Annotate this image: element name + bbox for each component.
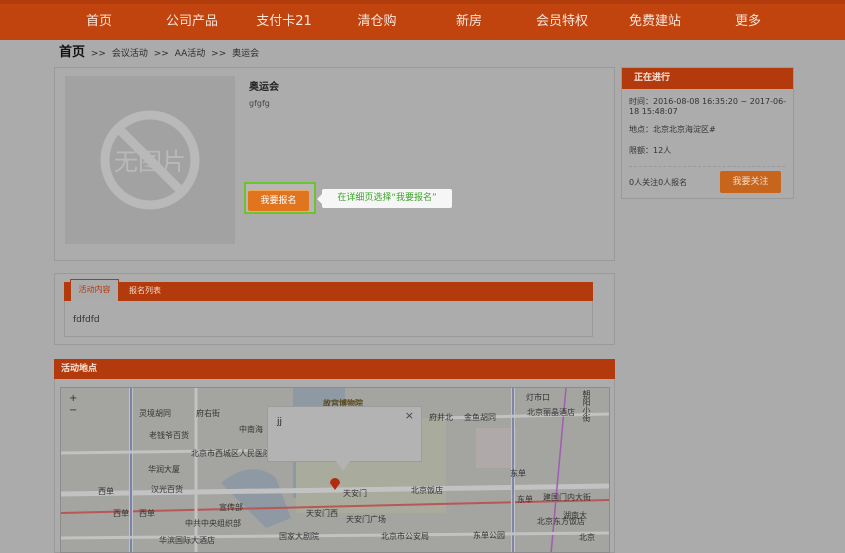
breadcrumb: 首页 >> 会议活动 >> AA活动 >> 奥运会 <box>59 41 260 60</box>
map-label: 老钱爷百货 <box>149 431 189 440</box>
nav-paycard[interactable]: 支付卡21 <box>244 4 324 40</box>
breadcrumb-item-current: 奥运会 <box>232 49 260 59</box>
signup-button[interactable]: 我要报名 <box>248 190 309 211</box>
map-label: 中南海 <box>239 425 263 434</box>
event-time: 时间：2016-08-08 16:35:20 ~ 2017-06-18 15:4… <box>629 97 787 116</box>
map-label: 灵境胡同 <box>139 409 171 418</box>
event-image-placeholder: 无图片 <box>65 76 235 244</box>
breadcrumb-separator: >> <box>211 49 227 59</box>
nav-free-site[interactable]: 免费建站 <box>615 4 695 40</box>
map-label: 北京市西城区人民医院 <box>191 449 271 458</box>
zoom-out-icon[interactable]: − <box>69 405 77 416</box>
event-title: 奥运会 <box>249 82 279 93</box>
follow-button[interactable]: 我要关注 <box>720 171 781 193</box>
map-label: 北京东方饭店 <box>537 517 585 526</box>
map-popup-text: jj <box>277 417 283 427</box>
map-label: 灯市口 <box>526 393 550 402</box>
top-navigation-bar: 首页 公司产品 支付卡21 清仓购 新房 会员特权 免费建站 更多 <box>0 0 845 40</box>
event-place: 地点：北京北京海淀区# <box>629 125 716 134</box>
map-label: 华润大厦 <box>148 465 180 474</box>
map-label: 北京市公安局 <box>381 532 429 541</box>
close-icon[interactable]: × <box>405 409 414 422</box>
map-label: 东单公园 <box>473 531 505 540</box>
map-label: 宣传部 <box>219 503 243 512</box>
map-label: 北京 <box>579 533 595 542</box>
event-quota: 限额：12人 <box>629 146 672 155</box>
divider <box>629 166 785 167</box>
map-label: 建国门内大街 <box>543 493 591 502</box>
map-label: 华滨国际大酒店 <box>159 536 215 545</box>
map-label: 西单 <box>139 509 155 518</box>
zoom-in-icon[interactable]: + <box>69 393 77 404</box>
map-label: 汉光百货 <box>151 485 183 494</box>
map-label: 国家大剧院 <box>279 532 319 541</box>
map-label: 北京饭店 <box>411 486 443 495</box>
follow-signup-stats: 0人关注0人报名 <box>629 178 688 187</box>
map-label: 府右街 <box>196 409 220 418</box>
breadcrumb-item-meetings[interactable]: 会议活动 <box>112 49 148 59</box>
tab-signup-list[interactable]: 报名列表 <box>129 285 161 296</box>
map-label: 中共中央组织部 <box>185 519 241 528</box>
breadcrumb-home[interactable]: 首页 <box>59 45 85 60</box>
tab-activity-content[interactable]: 活动内容 <box>70 279 119 301</box>
map-label: 西单 <box>98 487 114 496</box>
map-label: 天安门 <box>343 489 367 498</box>
breadcrumb-separator: >> <box>90 49 106 59</box>
map-label: 东单 <box>510 469 526 478</box>
nav-home[interactable]: 首页 <box>59 4 139 40</box>
map-label: 西单 <box>113 509 129 518</box>
tab-content-box <box>64 301 593 337</box>
map-label: 府井北 <box>429 413 453 422</box>
map-label: 朝阳小街 <box>582 390 591 422</box>
map-label: 天安门广场 <box>346 515 386 524</box>
tab-content-text: fdfdfd <box>73 315 100 325</box>
location-header: 活动地点 <box>54 359 615 379</box>
signup-tooltip: 在详细页选择“我要报名” <box>317 189 452 208</box>
nav-more[interactable]: 更多 <box>708 4 788 40</box>
nav-member-privileges[interactable]: 会员特权 <box>522 4 602 40</box>
nav-clearance[interactable]: 清仓购 <box>337 4 417 40</box>
event-description: gfgfg <box>249 99 270 108</box>
map-info-popup: jj × <box>267 406 422 471</box>
map-marker-icon[interactable] <box>329 477 341 491</box>
breadcrumb-separator: >> <box>153 49 169 59</box>
no-image-icon: 无图片 <box>100 110 200 210</box>
map-label: 东单 <box>517 495 533 504</box>
nav-new-houses[interactable]: 新房 <box>429 4 509 40</box>
nav-products[interactable]: 公司产品 <box>152 4 232 40</box>
map-label: 天安门西 <box>306 509 338 518</box>
no-image-text: 无图片 <box>114 148 186 176</box>
breadcrumb-item-aa[interactable]: AA活动 <box>175 49 206 59</box>
map-label: 金鱼胡同 <box>464 413 496 422</box>
map-label: 北京丽晶酒店 <box>527 408 575 417</box>
status-panel-header: 正在进行 <box>622 68 793 89</box>
